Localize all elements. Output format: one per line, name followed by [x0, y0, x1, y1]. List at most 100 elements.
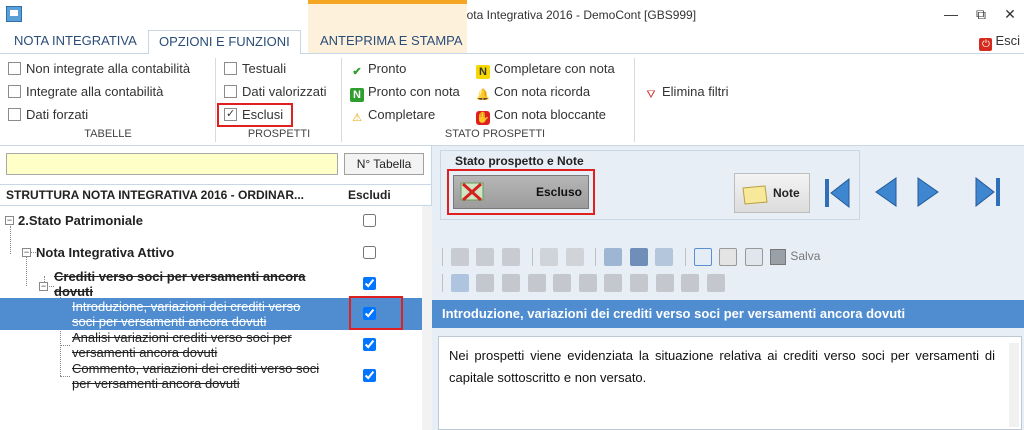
- esci-label: Esci: [995, 33, 1020, 48]
- stato-con-nota-bloccante[interactable]: ✋ Con nota bloccante: [476, 105, 606, 125]
- insert-row-below-icon[interactable]: [527, 274, 546, 292]
- toolbar-separator: [684, 248, 686, 266]
- n-tabella-button[interactable]: N° Tabella: [344, 153, 424, 175]
- delete-column-icon[interactable]: [630, 274, 648, 292]
- stato-label: Pronto: [368, 61, 407, 76]
- checkbox-dati-forzati[interactable]: Dati forzati: [8, 105, 88, 125]
- highlight-box-escludi: [349, 296, 403, 330]
- elimina-filtri-button[interactable]: ⛛ Elimina filtri: [644, 82, 728, 102]
- group-label-prospetti: PROSPETTI: [247, 128, 311, 140]
- tree-row-label: Nota Integrativa Attivo: [36, 245, 175, 260]
- tree-row[interactable]: Commento, variazioni dei crediti verso s…: [0, 361, 432, 391]
- esci-button[interactable]: ⏻ Esci: [979, 33, 1020, 51]
- tree-scrollbar[interactable]: [422, 206, 432, 430]
- redo-icon[interactable]: [565, 248, 584, 266]
- tree-row[interactable]: − 2.Stato Patrimoniale: [0, 208, 432, 232]
- preview-icon[interactable]: [744, 248, 763, 266]
- prospetto-title-bar: Introduzione, variazioni dei crediti ver…: [432, 300, 1024, 328]
- last-record-icon[interactable]: [970, 172, 1006, 212]
- toolbar-separator: [442, 248, 443, 266]
- title-bar: Nota Integrativa 2016 - DemoCont [GBS999…: [0, 0, 1024, 30]
- tab-opzioni-e-funzioni[interactable]: OPZIONI E FUNZIONI: [148, 30, 301, 55]
- minimize-button[interactable]: —: [936, 3, 966, 25]
- html-view-icon[interactable]: [719, 248, 738, 266]
- column-header-struttura: STRUTTURA NOTA INTEGRATIVA 2016 - ORDINA…: [6, 188, 305, 202]
- editor-scrollbar[interactable]: [1009, 343, 1019, 427]
- previous-record-icon[interactable]: [868, 172, 904, 212]
- escludi-checkbox[interactable]: [363, 214, 376, 227]
- group-label-stato-prospetti: STATO PROSPETTI: [444, 128, 546, 140]
- stato-label: Con nota bloccante: [494, 107, 607, 122]
- stato-pronto[interactable]: ✔ Pronto: [350, 59, 406, 79]
- next-record-icon[interactable]: [910, 172, 946, 212]
- collapse-icon[interactable]: −: [5, 216, 14, 225]
- highlight-box-esclusi: [217, 103, 293, 127]
- checkbox-dati-valorizzati[interactable]: Dati valorizzati: [224, 82, 327, 102]
- page-view-icon[interactable]: [693, 248, 712, 266]
- collapse-icon[interactable]: −: [22, 248, 31, 257]
- tab-nota-integrativa[interactable]: NOTA INTEGRATIVA: [4, 30, 147, 54]
- checkbox-box[interactable]: [8, 62, 21, 75]
- tree-row-label: 2.Stato Patrimoniale: [18, 213, 143, 228]
- salva-button[interactable]: Salva: [770, 249, 820, 265]
- checkbox-testuali[interactable]: Testuali: [224, 59, 286, 79]
- tree-row-label-line1: Crediti verso soci per versamenti ancora: [54, 269, 306, 284]
- merge-cells-icon[interactable]: [655, 274, 674, 292]
- delete-row-icon[interactable]: [553, 274, 572, 292]
- tree-row[interactable]: − Crediti verso soci per versamenti anco…: [0, 269, 432, 299]
- spellcheck-icon[interactable]: [655, 248, 674, 266]
- group-separator: [634, 58, 635, 142]
- checkbox-box[interactable]: [8, 85, 21, 98]
- stato-completare-con-nota[interactable]: N Completare con nota: [476, 59, 615, 79]
- group-label-tabelle: TABELLE: [84, 128, 132, 140]
- tree-header: STRUTTURA NOTA INTEGRATIVA 2016 - ORDINA…: [0, 184, 432, 206]
- note-editor[interactable]: Nei prospetti viene evidenziata la situa…: [438, 336, 1022, 430]
- tree-row-label-line2: versamenti ancora dovuti: [72, 345, 218, 360]
- first-record-icon[interactable]: [819, 173, 855, 213]
- escludi-checkbox[interactable]: [363, 277, 376, 290]
- escludi-checkbox[interactable]: [363, 369, 376, 382]
- stato-completare[interactable]: ⚠ Completare: [350, 105, 435, 125]
- checkbox-non-integrate[interactable]: Non integrate alla contabilità: [8, 59, 190, 79]
- save-icon: [770, 249, 787, 265]
- insert-table-icon[interactable]: [450, 274, 469, 292]
- split-cells-icon[interactable]: [681, 274, 700, 292]
- stato-con-nota-ricorda[interactable]: 🔔 Con nota ricorda: [476, 82, 590, 102]
- checkbox-box[interactable]: [224, 62, 237, 75]
- editor-content[interactable]: Nei prospetti viene evidenziata la situa…: [449, 345, 995, 389]
- column-header-escludi: Escludi: [348, 188, 391, 202]
- select-all-icon[interactable]: [604, 248, 622, 266]
- delete-table-icon[interactable]: [706, 274, 725, 292]
- cut-icon[interactable]: [450, 248, 469, 266]
- exit-icon: ⏻: [979, 38, 993, 51]
- copy-icon[interactable]: [476, 248, 495, 266]
- insert-column-left-icon[interactable]: [578, 274, 597, 292]
- close-button[interactable]: ✕: [995, 3, 1024, 25]
- toolbar-separator: [531, 248, 533, 266]
- restore-button[interactable]: ⧉: [966, 3, 996, 25]
- collapse-icon[interactable]: −: [39, 282, 48, 291]
- insert-row-above-icon[interactable]: [501, 274, 520, 292]
- note-icon: [742, 185, 768, 205]
- stato-group-label: Stato prospetto e Note: [455, 154, 584, 168]
- note-button[interactable]: Note: [734, 173, 810, 213]
- checkbox-box[interactable]: [224, 85, 237, 98]
- find-icon[interactable]: [629, 248, 648, 266]
- table-properties-icon[interactable]: [476, 274, 495, 292]
- checkbox-integrate[interactable]: Integrate alla contabilità: [8, 82, 163, 102]
- tree-row[interactable]: − Nota Integrativa Attivo: [0, 240, 432, 264]
- tab-anteprima-e-stampa[interactable]: ANTEPRIMA E STAMPA: [310, 30, 473, 54]
- checkbox-box[interactable]: [8, 108, 21, 121]
- toolbar-separator: [442, 274, 443, 292]
- stato-pronto-con-nota[interactable]: N Pronto con nota: [350, 82, 460, 102]
- escludi-checkbox[interactable]: [363, 246, 376, 259]
- search-input[interactable]: [6, 153, 338, 175]
- insert-column-right-icon[interactable]: [604, 274, 623, 292]
- paste-icon[interactable]: [501, 248, 520, 266]
- escludi-checkbox[interactable]: [363, 338, 376, 351]
- tree-row[interactable]: Analisi variazioni crediti verso soci pe…: [0, 330, 432, 360]
- undo-icon[interactable]: [540, 248, 559, 266]
- bell-icon: 🔔: [476, 89, 490, 101]
- green-note-icon: N: [350, 88, 364, 102]
- group-separator: [215, 58, 216, 142]
